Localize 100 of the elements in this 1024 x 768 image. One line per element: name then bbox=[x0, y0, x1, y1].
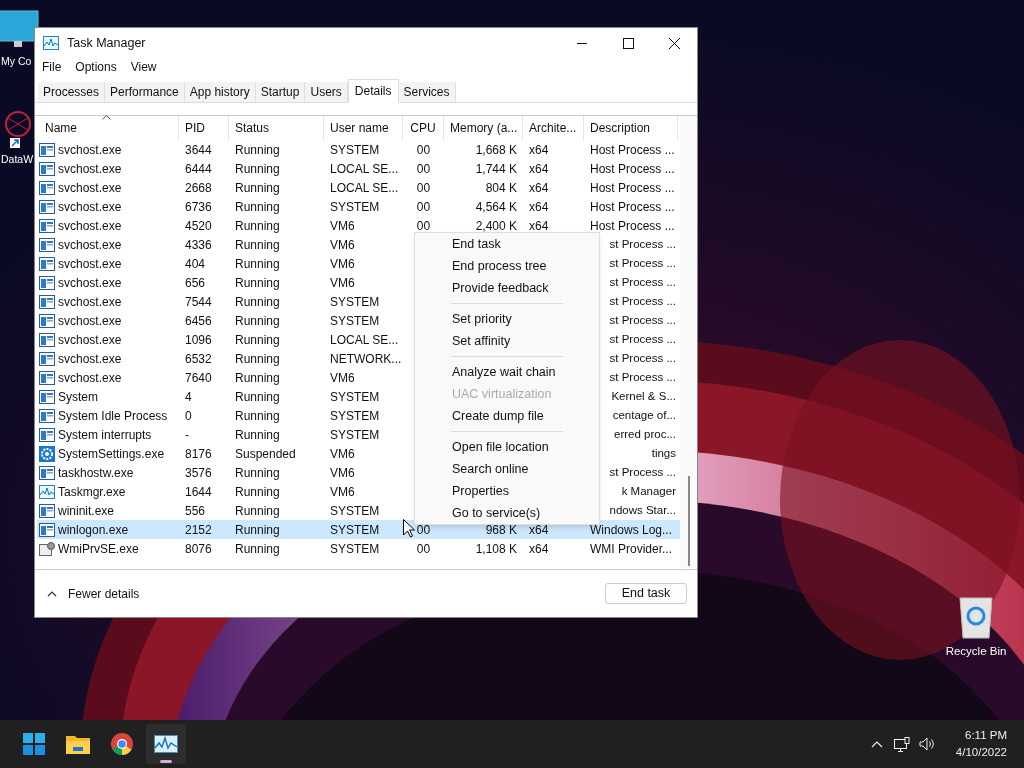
table-cell-text: 3576 bbox=[185, 464, 212, 482]
menu-item[interactable]: Set affinity bbox=[415, 330, 599, 352]
menu-item[interactable]: File bbox=[38, 58, 66, 76]
table-cell-text: st Process ... bbox=[609, 464, 676, 480]
table-cell-text: 4 bbox=[185, 388, 192, 406]
table-cell-text: 2,400 K bbox=[475, 217, 517, 235]
table-cell-text: 1,744 K bbox=[475, 160, 517, 178]
table-cell-text: x64 bbox=[529, 179, 549, 197]
column-header[interactable]: PID bbox=[185, 119, 205, 137]
menu-item[interactable]: Set priority bbox=[415, 308, 599, 330]
table-cell-text: Taskmgr.exe bbox=[58, 483, 126, 501]
table-cell-text: 0 bbox=[185, 407, 192, 425]
column-header[interactable]: CPU bbox=[410, 119, 436, 137]
table-cell-text: 8076 bbox=[185, 540, 212, 558]
end-task-button[interactable]: End task bbox=[605, 583, 687, 604]
menu-item[interactable]: Options bbox=[71, 58, 121, 76]
table-cell-text: 4,564 K bbox=[475, 198, 517, 216]
table-cell-text: SYSTEM bbox=[330, 502, 380, 520]
maximize-icon bbox=[622, 37, 634, 49]
clock-date[interactable]: 4/10/2022 bbox=[955, 744, 1007, 761]
table-cell-text: svchost.exe bbox=[58, 141, 122, 159]
table-cell-text: System Idle Process bbox=[58, 407, 168, 425]
window-icon bbox=[39, 256, 55, 271]
scrollbar[interactable] bbox=[680, 116, 697, 569]
table-cell-text: 404 bbox=[185, 255, 206, 273]
menu-item[interactable]: Open file location bbox=[415, 436, 599, 458]
table-cell-text: svchost.exe bbox=[58, 274, 122, 292]
table-cell-text: Running bbox=[235, 426, 280, 444]
table-cell-text: 00 bbox=[416, 141, 431, 159]
table-cell-text: 00 bbox=[416, 160, 431, 178]
table-cell-text: 6736 bbox=[185, 198, 212, 216]
table-cell-text: st Process ... bbox=[609, 312, 676, 328]
table-cell-text: svchost.exe bbox=[58, 198, 122, 216]
table-cell-text: x64 bbox=[529, 540, 549, 558]
window-icon bbox=[39, 370, 55, 385]
icon-label[interactable]: My Co bbox=[1, 54, 32, 69]
table-cell-text: st Process ... bbox=[609, 236, 676, 252]
table-cell-text: VM6 bbox=[330, 464, 355, 482]
network-icon[interactable] bbox=[893, 736, 910, 752]
table-cell-text: 00 bbox=[416, 217, 431, 235]
menu-item[interactable]: End task bbox=[415, 233, 599, 255]
taskbar-button[interactable] bbox=[146, 724, 186, 764]
table-row[interactable]: winlogon.exe 2152 Running SYSTEM 00 968 K x64 Windows Log... bbox=[37, 520, 680, 539]
table-cell-text: Running bbox=[235, 369, 280, 387]
chevron-up-icon[interactable] bbox=[870, 740, 883, 748]
tab[interactable]: Startup bbox=[255, 82, 306, 102]
clock-time[interactable]: 6:11 PM bbox=[965, 727, 1007, 744]
tab[interactable]: Performance bbox=[105, 82, 185, 102]
column-header[interactable]: Memory (a... bbox=[450, 119, 518, 137]
close-icon bbox=[668, 37, 680, 49]
table-cell-text: 1644 bbox=[185, 483, 212, 501]
window-icon bbox=[39, 161, 55, 176]
tab[interactable]: Details bbox=[347, 79, 399, 103]
table-cell-text: System bbox=[58, 388, 98, 406]
column-header[interactable]: Status bbox=[235, 119, 270, 137]
column-header[interactable]: Description bbox=[590, 119, 651, 137]
table-cell-text: svchost.exe bbox=[58, 217, 122, 235]
tab[interactable]: Services bbox=[398, 82, 456, 102]
table-cell-text: tings bbox=[651, 445, 676, 461]
menu-item[interactable]: End process tree bbox=[415, 255, 599, 277]
table-cell-text: 4520 bbox=[185, 217, 212, 235]
icon-label[interactable]: DataW bbox=[1, 152, 34, 167]
table-cell-text: 7640 bbox=[185, 369, 212, 387]
menu-item[interactable]: View bbox=[126, 58, 161, 76]
tab[interactable]: App history bbox=[184, 82, 256, 102]
window-icon bbox=[39, 199, 55, 214]
table-cell-text: 8176 bbox=[185, 445, 212, 463]
table-cell-text: Running bbox=[235, 198, 280, 216]
table-cell-text: Running bbox=[235, 179, 280, 197]
table-cell-text: 00 bbox=[416, 540, 431, 558]
column-header[interactable]: Archite... bbox=[529, 119, 577, 137]
tab[interactable]: Processes bbox=[38, 82, 106, 102]
table-cell-text: 656 bbox=[185, 274, 206, 292]
volume-icon[interactable] bbox=[918, 737, 936, 751]
table-cell-text: st Process ... bbox=[609, 350, 676, 366]
table-cell-text: 1,668 K bbox=[475, 141, 517, 159]
menu-item[interactable]: Provide feedback bbox=[415, 277, 599, 299]
window-icon bbox=[39, 389, 55, 404]
table-cell-text: Running bbox=[235, 502, 280, 520]
table-cell-text: Host Process ... bbox=[590, 198, 675, 216]
menu-item[interactable]: Create dump file bbox=[415, 405, 599, 427]
table-cell-text: x64 bbox=[529, 217, 549, 235]
table-cell-text: svchost.exe bbox=[58, 350, 122, 368]
menu-item[interactable]: Analyze wait chain bbox=[415, 361, 599, 383]
table-cell-text: Running bbox=[235, 388, 280, 406]
menu-item[interactable]: Search online bbox=[415, 458, 599, 480]
icon-label[interactable]: Recycle Bin bbox=[945, 644, 1007, 659]
menu-item[interactable]: Properties bbox=[415, 480, 599, 502]
table-cell-text: Running bbox=[235, 293, 280, 311]
window-icon bbox=[39, 465, 55, 480]
chart-icon bbox=[154, 735, 178, 753]
recycle-bin-icon bbox=[956, 596, 996, 640]
column-header[interactable]: Name bbox=[45, 119, 77, 137]
window-gear-icon bbox=[39, 540, 55, 557]
fewer-details-link[interactable]: Fewer details bbox=[68, 584, 140, 603]
column-header[interactable]: User name bbox=[330, 119, 389, 137]
table-cell-text: 6444 bbox=[185, 160, 212, 178]
table-cell-text: 2152 bbox=[185, 521, 212, 539]
tab[interactable]: Users bbox=[305, 82, 348, 102]
table-cell-text: 00 bbox=[416, 179, 431, 197]
